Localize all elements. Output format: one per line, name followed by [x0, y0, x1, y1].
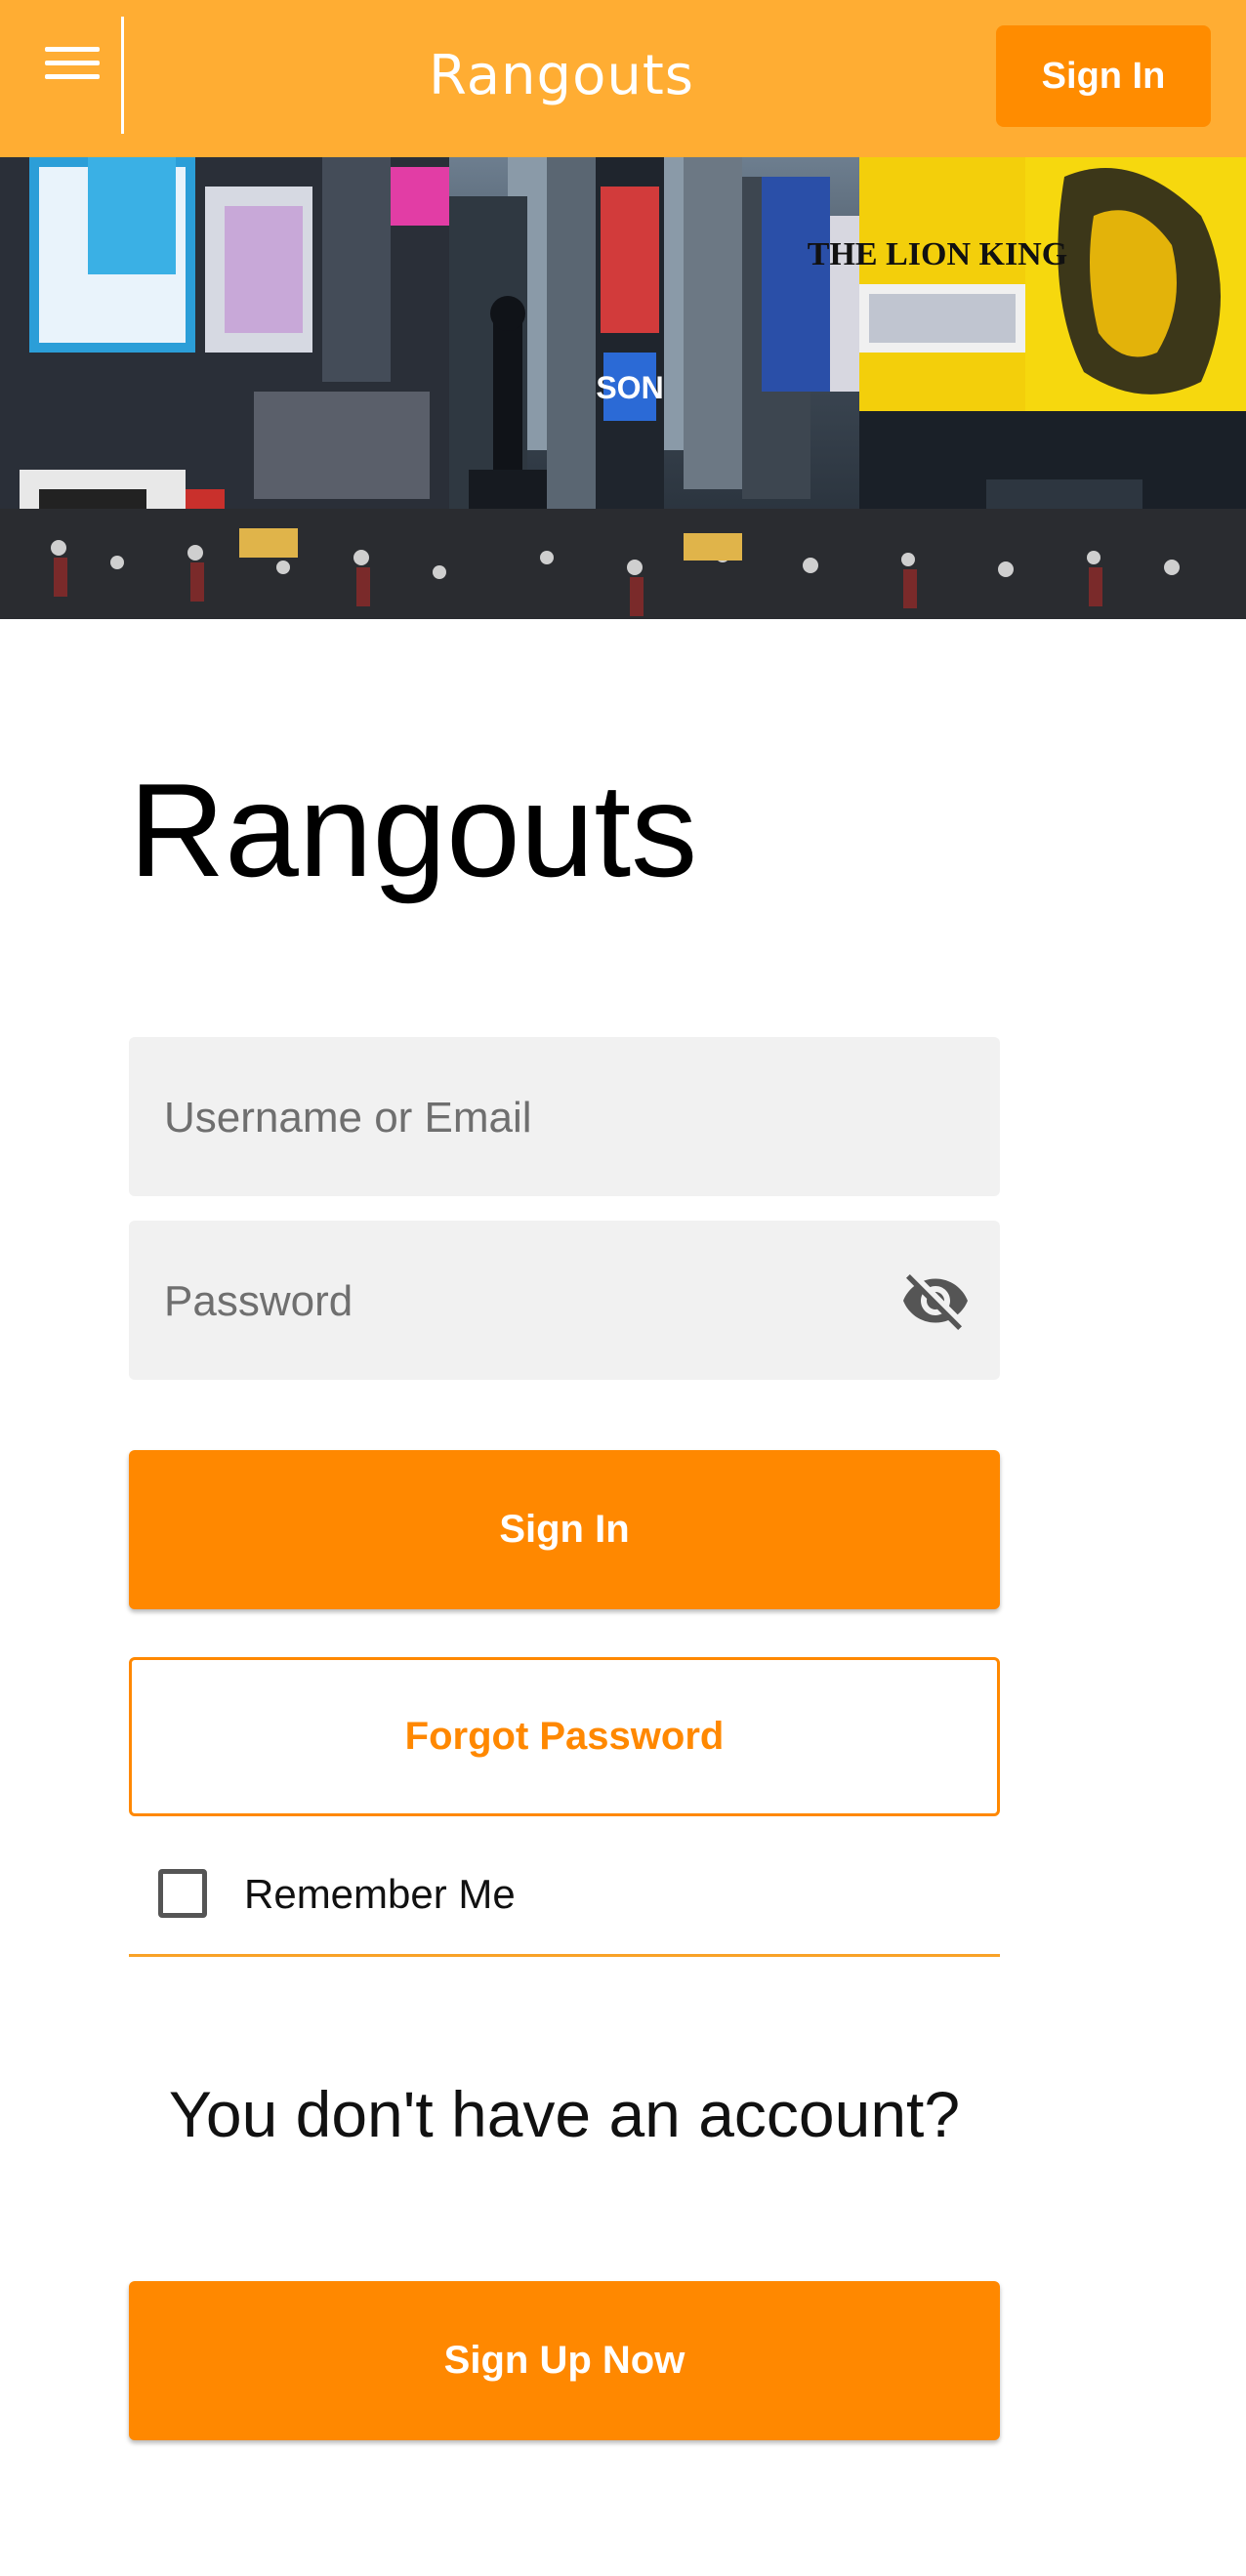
remember-me-row[interactable]: Remember Me [129, 1855, 1000, 1957]
billboard-lion-king-text: THE LION KING [808, 236, 1067, 272]
top-app-bar: Rangouts Sign In [0, 0, 1246, 157]
password-input[interactable] [162, 1221, 850, 1382]
eye-off-icon[interactable] [900, 1266, 971, 1336]
app-brand[interactable]: Rangouts [371, 27, 752, 125]
hero-image: SON THE LION KING [0, 157, 1246, 619]
password-field[interactable] [129, 1221, 1000, 1382]
username-input[interactable] [162, 1037, 928, 1198]
city-street-illustration: SON THE LION KING [0, 157, 1246, 619]
sign-up-button[interactable]: Sign Up Now [129, 2281, 1000, 2440]
forgot-password-button[interactable]: Forgot Password [129, 1657, 1000, 1816]
billboard-son-text: SON [596, 370, 663, 405]
username-field[interactable] [129, 1037, 1000, 1198]
header-sign-in-button[interactable]: Sign In [996, 25, 1211, 127]
menu-button[interactable] [27, 25, 117, 127]
hamburger-menu-icon-bar-3 [45, 74, 100, 79]
login-page: Rangouts Sign In SON THE LION KING Rango… [0, 0, 1246, 2576]
hamburger-menu-icon-bar-2 [45, 61, 100, 65]
remember-me-label[interactable]: Remember Me [244, 1865, 516, 1924]
sign-in-button[interactable]: Sign In [129, 1450, 1000, 1609]
remember-me-checkbox[interactable] [158, 1869, 207, 1918]
page-title: Rangouts [129, 756, 698, 904]
menu-divider [121, 17, 124, 134]
hamburger-menu-icon [45, 47, 100, 52]
no-account-heading: You don't have an account? [168, 2078, 961, 2150]
